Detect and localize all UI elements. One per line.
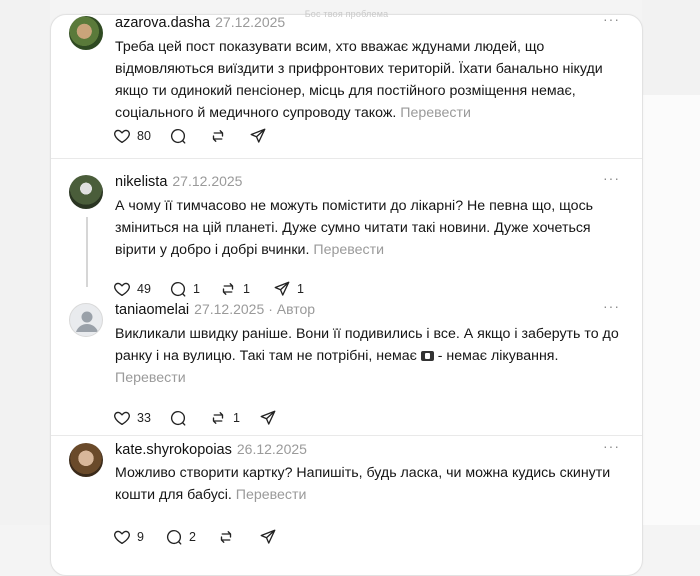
more-icon[interactable]: ··· — [603, 298, 620, 314]
avatar[interactable] — [69, 175, 103, 209]
like-count: 9 — [137, 530, 144, 544]
post-divider — [51, 435, 642, 436]
like-button[interactable]: 49 — [113, 278, 151, 300]
heart-icon — [114, 530, 130, 545]
comment-username-line: kate.shyrokopoias 26.12.2025 — [115, 441, 307, 458]
more-icon[interactable]: ··· — [603, 438, 620, 454]
share-button[interactable]: 1 — [273, 278, 304, 300]
comment-date[interactable]: 27.12.2025 — [172, 173, 242, 189]
like-button[interactable]: 80 — [113, 125, 151, 147]
repost-button[interactable] — [209, 125, 227, 147]
translate-link[interactable]: Перевести — [236, 487, 307, 503]
share-count: 1 — [297, 282, 304, 296]
comment-date[interactable]: 27.12.2025 — [194, 301, 264, 317]
repost-count: 1 — [243, 282, 250, 296]
comment-text-content-end: - немає лікування. — [433, 348, 559, 364]
comment-text: Викликали швидку раніше. Вони її подивил… — [115, 323, 625, 389]
post-divider — [51, 158, 642, 159]
heart-icon — [114, 282, 130, 297]
like-count: 33 — [137, 411, 151, 425]
reply-button[interactable]: 2 — [165, 526, 196, 548]
author-badge: · Автор — [268, 301, 316, 317]
default-avatar-icon[interactable] — [69, 303, 103, 337]
comment-username-line: taniaomelai 27.12.2025 · Автор — [115, 301, 315, 318]
avatar[interactable] — [69, 443, 103, 477]
repost-icon — [212, 130, 224, 142]
page-background-right-panel — [642, 95, 700, 525]
like-count: 49 — [137, 282, 151, 296]
repost-count: 1 — [233, 411, 240, 425]
reply-count: 2 — [189, 530, 196, 544]
reply-button[interactable] — [169, 407, 187, 429]
share-icon — [274, 281, 290, 296]
comment-text: А чому її тимчасово не можуть помістити … — [115, 195, 625, 261]
comment-icon — [166, 529, 182, 545]
repost-icon — [212, 412, 224, 424]
share-icon — [250, 128, 266, 143]
more-icon[interactable]: ··· — [603, 170, 620, 186]
share-button[interactable] — [259, 407, 277, 429]
repost-button[interactable] — [217, 526, 235, 548]
username-link[interactable]: azarova.dasha — [115, 15, 210, 31]
comments-feed: Бос твоя проблема azarova.dasha 27.12.202… — [50, 9, 643, 576]
reply-button[interactable]: 1 — [169, 278, 200, 300]
translate-link[interactable]: Перевести — [400, 105, 471, 121]
share-button[interactable] — [259, 526, 277, 548]
page-background-left — [0, 0, 50, 525]
comment-icon — [170, 281, 186, 297]
money-emoji-icon — [420, 351, 434, 361]
comment-date[interactable]: 26.12.2025 — [237, 441, 307, 457]
translate-link[interactable]: Перевести — [313, 242, 384, 258]
comment-username-line: azarova.dasha 27.12.2025 — [115, 14, 285, 31]
comment-text-content: Можливо створити картку? Напишіть, будь … — [115, 465, 611, 503]
repost-button[interactable]: 1 — [219, 278, 250, 300]
reply-button[interactable] — [169, 125, 187, 147]
repost-icon — [220, 531, 232, 543]
share-button[interactable] — [249, 125, 267, 147]
comment-text: Треба цей пост показувати всим, хто вваж… — [115, 36, 625, 124]
comment-date[interactable]: 27.12.2025 — [215, 14, 285, 30]
translate-link[interactable]: Перевести — [115, 370, 186, 386]
share-icon — [260, 529, 276, 544]
username-link[interactable]: taniaomelai — [115, 302, 189, 318]
comment-text: Можливо створити картку? Напишіть, будь … — [115, 462, 625, 506]
like-count: 80 — [137, 129, 151, 143]
comment-icon — [170, 410, 186, 426]
repost-icon — [222, 283, 234, 295]
comment-text-content: Треба цей пост показувати всим, хто вваж… — [115, 39, 603, 121]
comment-icon — [170, 128, 186, 144]
heart-icon — [114, 129, 130, 144]
like-button[interactable]: 33 — [113, 407, 151, 429]
repost-button[interactable]: 1 — [209, 407, 240, 429]
username-link[interactable]: nikelista — [115, 174, 167, 190]
share-icon — [260, 410, 276, 425]
username-link[interactable]: kate.shyrokopoias — [115, 442, 232, 458]
thread-line — [86, 217, 88, 287]
like-button[interactable]: 9 — [113, 526, 144, 548]
avatar[interactable] — [69, 16, 103, 50]
more-icon[interactable]: ··· — [603, 11, 620, 27]
heart-icon — [114, 411, 130, 426]
reply-count: 1 — [193, 282, 200, 296]
comment-username-line: nikelista 27.12.2025 — [115, 173, 242, 190]
